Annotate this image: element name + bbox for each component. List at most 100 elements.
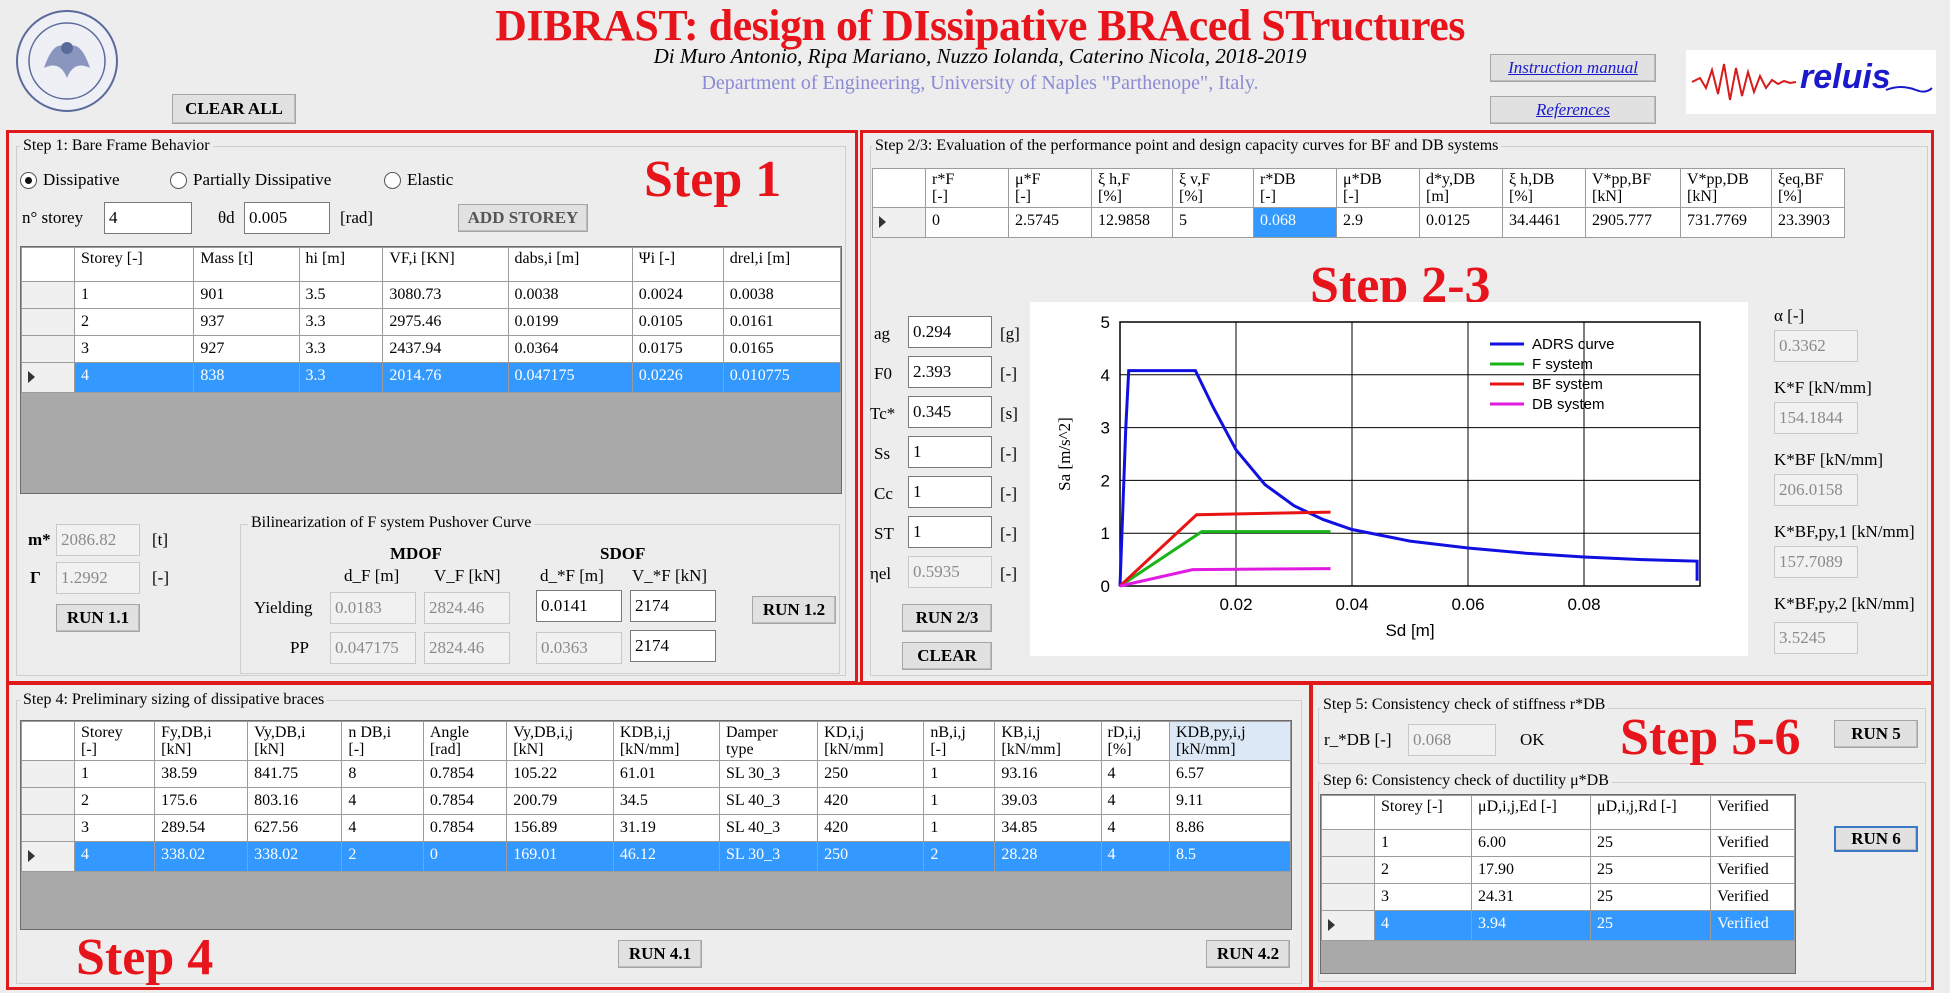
clear-all-button[interactable]: CLEAR ALL [172,94,296,124]
table-cell[interactable]: 0.0038 [507,281,633,309]
run-4-2-button[interactable]: RUN 4.2 [1206,940,1290,968]
table-cell[interactable]: 1 [923,760,996,788]
table-cell[interactable]: Verified [1710,856,1795,884]
row-header[interactable] [1321,829,1375,857]
table-cell[interactable]: 338.02 [247,841,343,872]
table-cell[interactable]: 1 [73,281,195,309]
row-header[interactable] [1321,883,1375,911]
table-cell[interactable]: 0 [925,207,1009,238]
row-header[interactable] [21,760,75,788]
radio-partially-dissipative[interactable]: Partially Dissipative [170,170,331,190]
ag-input[interactable]: 0.294 [908,316,992,348]
table-cell[interactable]: 0.0038 [722,281,842,309]
table-cell[interactable]: 46.12 [612,841,721,872]
table-cell[interactable]: SL 40_3 [718,814,819,842]
table-cell[interactable]: 289.54 [154,814,249,842]
table-cell[interactable]: 61.01 [612,760,721,788]
table-cell[interactable]: SL 30_3 [718,841,819,872]
table-cell[interactable]: 200.79 [506,787,614,815]
table-cell[interactable]: 23.3903 [1771,207,1845,238]
table-cell[interactable]: 34.5 [612,787,721,815]
table-cell[interactable]: 2437.94 [382,335,509,363]
table-cell[interactable]: 0.7854 [422,760,508,788]
table-cell[interactable]: SL 40_3 [718,787,819,815]
table-cell[interactable]: 250 [817,760,925,788]
table-cell[interactable]: 2.9 [1336,207,1420,238]
table-cell[interactable]: 8 [341,760,424,788]
row-header[interactable] [21,814,75,842]
row-header[interactable] [21,308,75,336]
table-cell[interactable]: 2014.76 [382,362,509,393]
table-cell[interactable]: 0.0161 [722,308,842,336]
table-cell[interactable]: 803.16 [247,787,343,815]
table-cell[interactable]: 3 [73,335,195,363]
table-cell[interactable]: 0.0105 [631,308,724,336]
radio-dissipative[interactable]: Dissipative [20,170,120,190]
row-header[interactable] [21,281,75,309]
table-cell[interactable]: 4 [73,362,195,393]
table-row[interactable]: 1 38.59 841.75 8 0.7854 105.22 61.01 SL 30_3 250… [21,760,1292,788]
table-cell[interactable]: 34.85 [994,814,1102,842]
table-cell[interactable]: 2 [73,787,156,815]
table-cell[interactable]: 0.7854 [422,787,508,815]
table-cell[interactable]: 175.6 [154,787,249,815]
table-cell[interactable]: 105.22 [506,760,614,788]
table-cell[interactable]: 9.11 [1168,787,1292,815]
table-cell[interactable]: 2 [341,841,424,872]
table-cell[interactable]: 25 [1590,856,1712,884]
table-cell[interactable]: 2.5745 [1008,207,1092,238]
table-cell[interactable]: Verified [1710,910,1795,941]
table-cell[interactable]: 5 [1172,207,1254,238]
table-cell[interactable]: 4 [1100,814,1170,842]
table-row-selected[interactable]: 4 3.94 25 Verified [1321,910,1795,941]
tc-input[interactable]: 0.345 [908,396,992,428]
table-row[interactable]: 0 2.5745 12.9858 5 0.068 2.9 0.0125 34.4… [872,207,1845,238]
table-cell[interactable]: 25 [1590,883,1712,911]
st-input[interactable]: 1 [908,516,992,548]
row-header[interactable] [21,335,75,363]
table-row-selected[interactable]: 4 338.02 338.02 2 0 169.01 46.12 SL 30_3 250 2 28.… [21,841,1292,872]
table-cell[interactable]: 3.3 [298,308,384,336]
table-cell[interactable]: 25 [1590,910,1712,941]
table-cell[interactable]: 1 [923,814,996,842]
table-cell[interactable]: 731.7769 [1680,207,1772,238]
table-cell[interactable]: 93.16 [994,760,1102,788]
pp-v-star-input[interactable]: 2174 [630,630,716,662]
table-cell[interactable]: 420 [817,814,925,842]
table-cell[interactable]: Verified [1710,829,1795,857]
row-header[interactable] [21,841,75,872]
table-cell[interactable]: 38.59 [154,760,249,788]
table-cell[interactable]: 2 [923,841,996,872]
table-cell[interactable]: 2 [73,308,195,336]
ss-input[interactable]: 1 [908,436,992,468]
run-1-2-button[interactable]: RUN 1.2 [752,596,836,624]
table-cell[interactable]: 0.047175 [507,362,633,393]
table-cell[interactable]: 420 [817,787,925,815]
table-cell[interactable]: 0.0165 [722,335,842,363]
table-row-selected[interactable]: 4 838 3.3 2014.76 0.047175 0.0226 0.010775 [21,362,842,393]
table-cell[interactable]: 12.9858 [1091,207,1173,238]
table-cell[interactable]: 3.94 [1470,910,1592,941]
table-cell[interactable]: 4 [341,787,424,815]
table-cell[interactable]: 31.19 [612,814,721,842]
table-cell[interactable]: 4 [1100,841,1170,872]
yielding-v-star-input[interactable]: 2174 [630,590,716,622]
table-cell[interactable]: 0.0024 [631,281,724,309]
table-cell[interactable]: 1 [1374,829,1472,857]
table-cell[interactable]: 8.5 [1168,841,1292,872]
table-cell[interactable]: 4 [341,814,424,842]
table-row[interactable]: 3 927 3.3 2437.94 0.0364 0.0175 0.0165 [21,335,842,363]
table-row[interactable]: 3 24.31 25 Verified [1321,883,1795,911]
table-cell[interactable]: 0.0125 [1419,207,1503,238]
table-cell[interactable]: 24.31 [1470,883,1592,911]
table-cell[interactable]: 901 [193,281,300,309]
table-cell[interactable]: 2975.46 [382,308,509,336]
radio-elastic[interactable]: Elastic [384,170,453,190]
table-cell[interactable]: 3.3 [298,335,384,363]
table-cell[interactable]: 838 [193,362,300,393]
run-2-3-button[interactable]: RUN 2/3 [902,604,992,632]
table-cell[interactable]: 169.01 [506,841,614,872]
table-cell[interactable]: 156.89 [506,814,614,842]
row-header[interactable] [21,787,75,815]
table-cell[interactable]: 39.03 [994,787,1102,815]
